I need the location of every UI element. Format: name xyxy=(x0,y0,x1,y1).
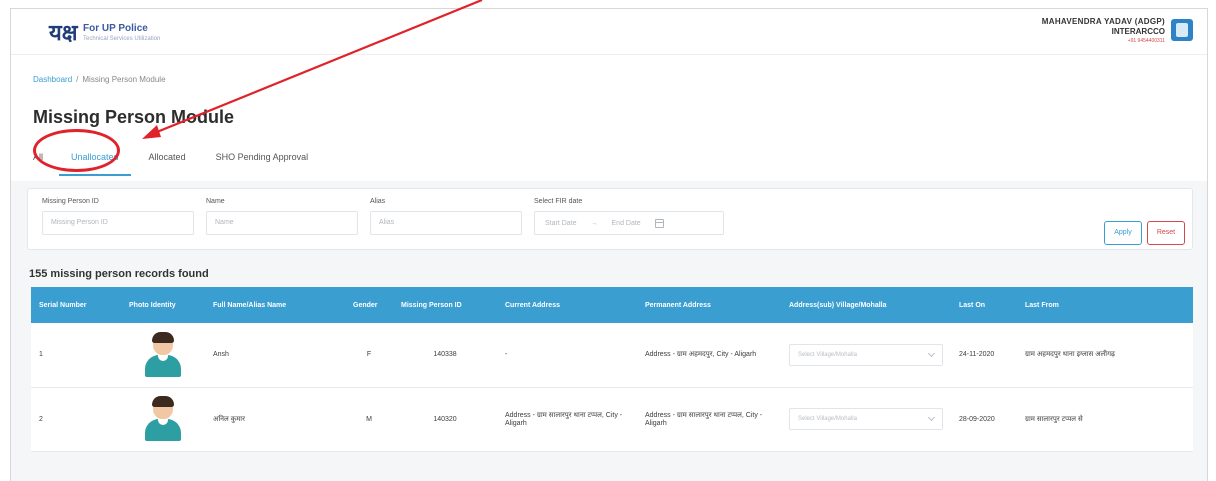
chevron-down-icon xyxy=(927,413,936,422)
village-select-placeholder: Select Village/Mohalla xyxy=(798,416,857,422)
chevron-down-icon xyxy=(927,349,936,357)
col-last-on: Last On xyxy=(959,301,986,309)
col-current-address: Current Address xyxy=(505,301,560,309)
missing-person-table: Serial Number Photo Identity Full Name/A… xyxy=(31,287,1193,452)
fir-date-label: Select FIR date xyxy=(534,198,583,205)
user-phone: +91 9454400311 xyxy=(1127,38,1165,44)
top-header: यक्ष For UP Police Technical Services Ut… xyxy=(11,9,1207,55)
gender-cell: M xyxy=(366,415,372,423)
user-name: MAHAVENDRA YADAV (ADGP) xyxy=(1041,17,1165,26)
missing-id-label: Missing Person ID xyxy=(42,198,99,205)
name-input[interactable]: Name xyxy=(206,211,358,235)
col-permanent-address: Permanent Address xyxy=(645,301,711,309)
table-row[interactable]: 2 अनिल कुमार M 140320 Address - ग्राम सा… xyxy=(31,387,1193,451)
breadcrumb-separator: / xyxy=(76,75,79,84)
last-from-cell: ग्राम सालारपुर टप्पल से xyxy=(1025,415,1083,423)
user-avatar-icon[interactable] xyxy=(1171,19,1193,41)
current-address-cell: - xyxy=(505,351,508,359)
logo-icon: यक्ष xyxy=(49,20,78,46)
filter-panel: Missing Person ID Missing Person ID Name… xyxy=(27,188,1193,250)
table-row[interactable]: 1 Ansh F 140338 - Address - ग्राम अहमदपु… xyxy=(31,323,1193,387)
permanent-address-cell: Address - ग्राम सालारपुर थाना टप्पल, Cit… xyxy=(645,412,763,427)
alias-label: Alias xyxy=(370,198,386,205)
col-village-mohalla: Address(sub) Village/Mohalla xyxy=(789,301,887,309)
user-role: INTERARCCO xyxy=(1111,27,1165,36)
village-cell: Select Village/Mohalla xyxy=(781,323,951,387)
calendar-icon xyxy=(654,218,664,228)
col-serial-number: Serial Number xyxy=(39,301,87,309)
last-from-cell: ग्राम अहमदपुर थाना इग्लास अलीगढ़ xyxy=(1025,351,1116,359)
last-on-cell: 28-09-2020 xyxy=(959,415,995,423)
serial-cell: 1 xyxy=(39,351,43,359)
person-avatar-icon[interactable] xyxy=(140,331,186,377)
village-cell: Select Village/Mohalla xyxy=(781,387,951,451)
breadcrumb: Dashboard / Missing Person Module xyxy=(33,75,166,84)
person-avatar-icon[interactable] xyxy=(140,396,186,441)
table-header-row: Serial Number Photo Identity Full Name/A… xyxy=(31,287,1193,323)
serial-cell: 2 xyxy=(39,415,43,423)
col-gender: Gender xyxy=(353,301,378,309)
name-label: Name xyxy=(206,198,225,205)
breadcrumb-current: Missing Person Module xyxy=(82,75,166,84)
current-address-cell: Address - ग्राम सालारपुर थाना टप्पल, Cit… xyxy=(505,412,623,427)
apply-button[interactable]: Apply xyxy=(1104,221,1142,245)
tab-sho-pending-approval[interactable]: SHO Pending Approval xyxy=(204,146,321,176)
col-last-from: Last From xyxy=(1025,301,1059,309)
photo-cell xyxy=(121,323,205,387)
permanent-address-cell: Address - ग्राम अहमदपुर, City - Aligarh xyxy=(645,351,757,359)
missing-id-input[interactable]: Missing Person ID xyxy=(42,211,194,235)
photo-cell xyxy=(121,387,205,451)
fir-date-range-picker[interactable]: Start Date → End Date xyxy=(534,211,724,235)
missing-id-cell: 140338 xyxy=(433,351,457,359)
breadcrumb-home-link[interactable]: Dashboard xyxy=(33,75,72,84)
user-info[interactable]: MAHAVENDRA YADAV (ADGP) INTERARCCO +91 9… xyxy=(1042,17,1165,44)
fir-start-date: Start Date xyxy=(545,219,577,227)
village-select-placeholder: Select Village/Mohalla xyxy=(798,351,857,358)
app-window: यक्ष For UP Police Technical Services Ut… xyxy=(10,8,1208,481)
person-name-link[interactable]: Ansh xyxy=(205,323,345,387)
fir-end-date: End Date xyxy=(611,219,641,227)
logo-title: For UP Police xyxy=(83,22,148,34)
tab-allocated[interactable]: Allocated xyxy=(137,146,198,176)
annotation-circle xyxy=(33,129,120,172)
missing-id-cell: 140320 xyxy=(433,415,457,423)
logo-subtitle: Technical Services Utilization xyxy=(83,35,161,42)
village-select[interactable]: Select Village/Mohalla xyxy=(789,343,943,366)
page-title: Missing Person Module xyxy=(33,107,235,127)
records-count: 155 missing person records found xyxy=(29,268,209,280)
person-name-link[interactable]: अनिल कुमार xyxy=(205,387,345,451)
alias-input[interactable]: Alias xyxy=(370,211,522,235)
reset-button[interactable]: Reset xyxy=(1147,221,1185,245)
gender-cell: F xyxy=(366,351,372,359)
col-missing-person-id: Missing Person ID xyxy=(401,301,462,309)
village-select[interactable]: Select Village/Mohalla xyxy=(789,408,943,430)
col-photo-identity: Photo Identity xyxy=(129,301,176,309)
date-range-arrow: → xyxy=(590,219,598,227)
col-full-name: Full Name/Alias Name xyxy=(213,301,287,309)
last-on-cell: 24-11-2020 xyxy=(959,351,995,359)
brand-logo[interactable]: यक्ष For UP Police Technical Services Ut… xyxy=(49,19,160,45)
